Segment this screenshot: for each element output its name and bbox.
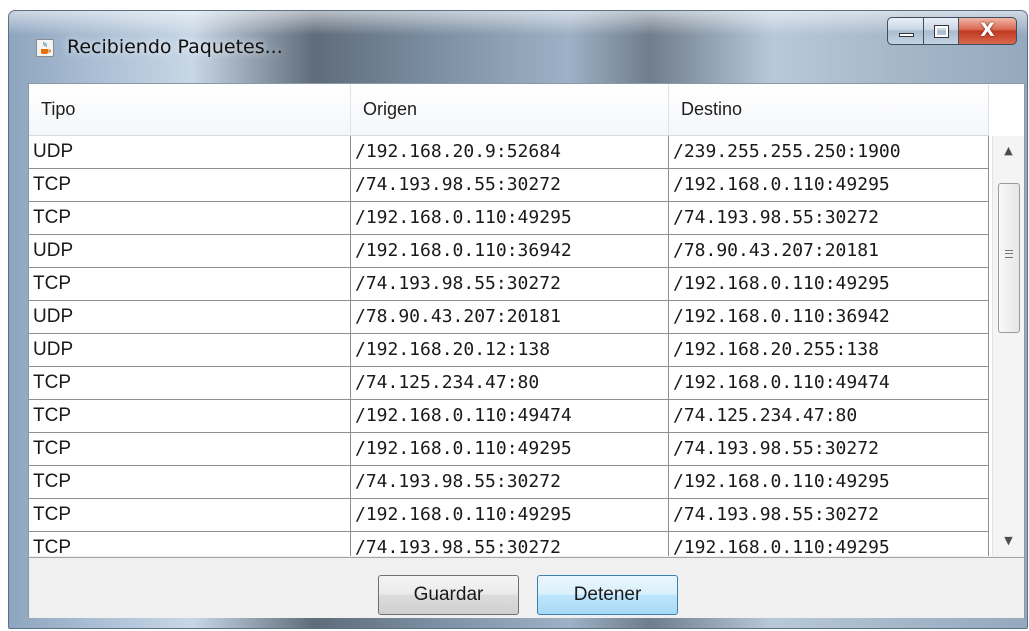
table-header: Tipo Origen Destino <box>29 84 989 136</box>
minimize-icon <box>899 33 914 37</box>
cell-tipo: TCP <box>29 433 351 465</box>
column-header-tipo[interactable]: Tipo <box>29 84 351 135</box>
maximize-button[interactable] <box>924 17 959 45</box>
cell-destino: /192.168.0.110:49295 <box>669 169 989 201</box>
cell-destino: /239.255.255.250:1900 <box>669 136 989 168</box>
cell-tipo: UDP <box>29 136 351 168</box>
scrollbar-thumb[interactable] <box>998 183 1020 333</box>
cell-origen: /192.168.20.9:52684 <box>351 136 669 168</box>
cell-tipo: TCP <box>29 169 351 201</box>
cell-origen: /74.193.98.55:30272 <box>351 169 669 201</box>
table-row[interactable]: UDP/192.168.0.110:36942/78.90.43.207:201… <box>29 235 989 268</box>
table-row[interactable]: TCP/74.193.98.55:30272/192.168.0.110:492… <box>29 169 989 202</box>
table-row[interactable]: TCP/74.193.98.55:30272/192.168.0.110:492… <box>29 532 989 556</box>
minimize-button[interactable] <box>887 17 924 45</box>
cell-origen: /74.125.234.47:80 <box>351 367 669 399</box>
title-bar[interactable]: Recibiendo Paquetes... X <box>9 11 1027 83</box>
cell-origen: /192.168.0.110:49474 <box>351 400 669 432</box>
table-body: UDP/192.168.20.9:52684/239.255.255.250:1… <box>29 136 989 556</box>
cell-tipo: UDP <box>29 334 351 366</box>
cell-origen: /78.90.43.207:20181 <box>351 301 669 333</box>
cell-origen: /192.168.0.110:49295 <box>351 499 669 531</box>
maximize-icon <box>934 25 949 38</box>
cell-destino: /78.90.43.207:20181 <box>669 235 989 267</box>
guardar-button[interactable]: Guardar <box>378 575 519 615</box>
cell-destino: /192.168.0.110:49295 <box>669 466 989 498</box>
detener-button[interactable]: Detener <box>537 575 678 615</box>
table-row[interactable]: UDP/192.168.20.9:52684/239.255.255.250:1… <box>29 136 989 169</box>
header-corner <box>989 84 1024 135</box>
window-content: Tipo Origen Destino UDP/192.168.20.9:526… <box>28 83 1025 618</box>
close-button[interactable]: X <box>959 17 1017 45</box>
cell-destino: /74.193.98.55:30272 <box>669 433 989 465</box>
table-row[interactable]: TCP/192.168.0.110:49295/74.193.98.55:302… <box>29 433 989 466</box>
cell-destino: /74.193.98.55:30272 <box>669 499 989 531</box>
cell-tipo: TCP <box>29 202 351 234</box>
grip-icon <box>1005 250 1013 258</box>
button-bar: Guardar Detener <box>29 557 1024 618</box>
java-cup-icon[interactable] <box>36 39 54 57</box>
column-header-origen[interactable]: Origen <box>351 84 669 135</box>
scroll-up-icon[interactable]: ▲ <box>993 136 1024 166</box>
cell-destino: /74.193.98.55:30272 <box>669 202 989 234</box>
cell-destino: /192.168.20.255:138 <box>669 334 989 366</box>
table-row[interactable]: TCP/74.125.234.47:80/192.168.0.110:49474 <box>29 367 989 400</box>
cell-tipo: TCP <box>29 499 351 531</box>
scroll-down-icon[interactable]: ▼ <box>993 526 1024 556</box>
table-row[interactable]: TCP/192.168.0.110:49295/74.193.98.55:302… <box>29 499 989 532</box>
cell-origen: /74.193.98.55:30272 <box>351 268 669 300</box>
cell-tipo: TCP <box>29 532 351 556</box>
cell-origen: /192.168.0.110:49295 <box>351 202 669 234</box>
table-row[interactable]: TCP/192.168.0.110:49474/74.125.234.47:80 <box>29 400 989 433</box>
cell-origen: /192.168.0.110:49295 <box>351 433 669 465</box>
table-row[interactable]: UDP/192.168.20.12:138/192.168.20.255:138 <box>29 334 989 367</box>
cell-destino: /192.168.0.110:49295 <box>669 532 989 556</box>
window-controls: X <box>887 17 1017 45</box>
cell-origen: /192.168.0.110:36942 <box>351 235 669 267</box>
cell-tipo: TCP <box>29 466 351 498</box>
cell-tipo: TCP <box>29 268 351 300</box>
cell-destino: /192.168.0.110:49474 <box>669 367 989 399</box>
cell-tipo: TCP <box>29 367 351 399</box>
table-row[interactable]: TCP/74.193.98.55:30272/192.168.0.110:492… <box>29 466 989 499</box>
cell-origen: /192.168.20.12:138 <box>351 334 669 366</box>
app-window: Recibiendo Paquetes... X Tipo Origen Des… <box>8 10 1028 629</box>
cell-destino: /74.125.234.47:80 <box>669 400 989 432</box>
column-header-destino[interactable]: Destino <box>669 84 989 135</box>
window-title: Recibiendo Paquetes... <box>67 36 283 58</box>
close-icon: X <box>980 19 995 41</box>
cell-origen: /74.193.98.55:30272 <box>351 532 669 556</box>
packets-table[interactable]: Tipo Origen Destino UDP/192.168.20.9:526… <box>29 84 1024 556</box>
cell-origen: /74.193.98.55:30272 <box>351 466 669 498</box>
table-row[interactable]: TCP/74.193.98.55:30272/192.168.0.110:492… <box>29 268 989 301</box>
table-row[interactable]: TCP/192.168.0.110:49295/74.193.98.55:302… <box>29 202 989 235</box>
cell-destino: /192.168.0.110:36942 <box>669 301 989 333</box>
cell-tipo: UDP <box>29 235 351 267</box>
cell-tipo: UDP <box>29 301 351 333</box>
cell-destino: /192.168.0.110:49295 <box>669 268 989 300</box>
cell-tipo: TCP <box>29 400 351 432</box>
table-row[interactable]: UDP/78.90.43.207:20181/192.168.0.110:369… <box>29 301 989 334</box>
vertical-scrollbar[interactable]: ▲ ▼ <box>992 136 1024 556</box>
